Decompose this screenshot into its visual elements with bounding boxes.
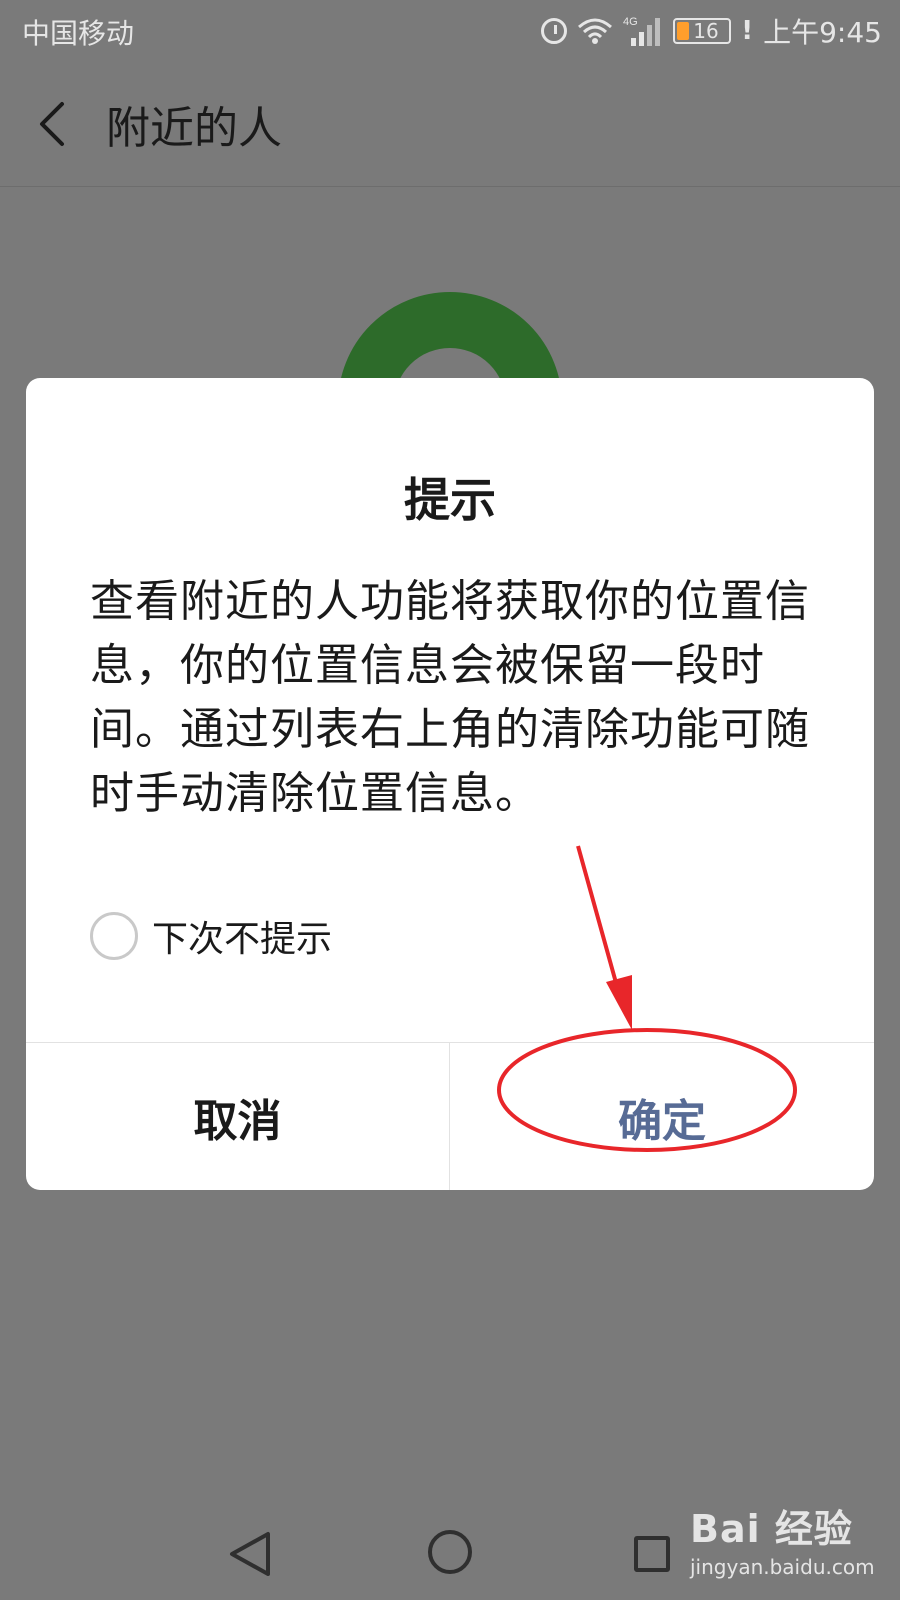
signal-icon: 4G <box>623 14 663 48</box>
screen: 中国移动 4G 16 ! 上午9:45 附近的人 提示 查看附近的人功能将获取你… <box>0 0 900 1600</box>
radio-circle-icon[interactable] <box>90 912 138 960</box>
alarm-icon <box>541 18 568 44</box>
cancel-button[interactable]: 取消 <box>26 1043 450 1190</box>
nav-recent-icon[interactable] <box>634 1536 670 1572</box>
carrier-label: 中国移动 <box>22 17 135 50</box>
prompt-dialog: 提示 查看附近的人功能将获取你的位置信息，你的位置信息会被保留一段时间。通过列表… <box>26 378 874 1190</box>
nav-back-icon[interactable] <box>228 1530 272 1582</box>
app-bar: 附近的人 <box>0 62 900 187</box>
dialog-button-row: 取消 确定 <box>26 1042 874 1190</box>
dialog-title: 提示 <box>404 473 496 527</box>
status-icons: 4G 16 ! 上午9:45 <box>541 12 882 50</box>
dialog-message: 查看附近的人功能将获取你的位置信息，你的位置信息会被保留一段时间。通过列表右上角… <box>90 576 810 819</box>
watermark-logo: Bai 经验 <box>690 1507 853 1551</box>
page-title: 附近的人 <box>106 103 282 154</box>
back-icon[interactable] <box>32 96 72 152</box>
battery-fill <box>677 22 690 40</box>
dont-remind-label: 下次不提示 <box>152 919 333 960</box>
clock: 上午9:45 <box>763 16 882 49</box>
network-type: 4G <box>623 16 638 28</box>
battery-warning: ! <box>741 16 754 46</box>
status-bar: 中国移动 4G 16 ! 上午9:45 <box>0 0 900 62</box>
battery-level: 16 <box>693 19 719 43</box>
dont-remind-checkbox[interactable]: 下次不提示 <box>90 908 332 964</box>
confirm-button[interactable]: 确定 <box>450 1043 874 1190</box>
nav-home-icon[interactable] <box>428 1530 472 1574</box>
watermark-url: jingyan.baidu.com <box>690 1555 875 1579</box>
wifi-icon <box>577 17 613 45</box>
baidu-jingyan-watermark: Bai 经验 jingyan.baidu.com <box>690 1498 890 1594</box>
battery-icon: 16 <box>673 18 732 44</box>
